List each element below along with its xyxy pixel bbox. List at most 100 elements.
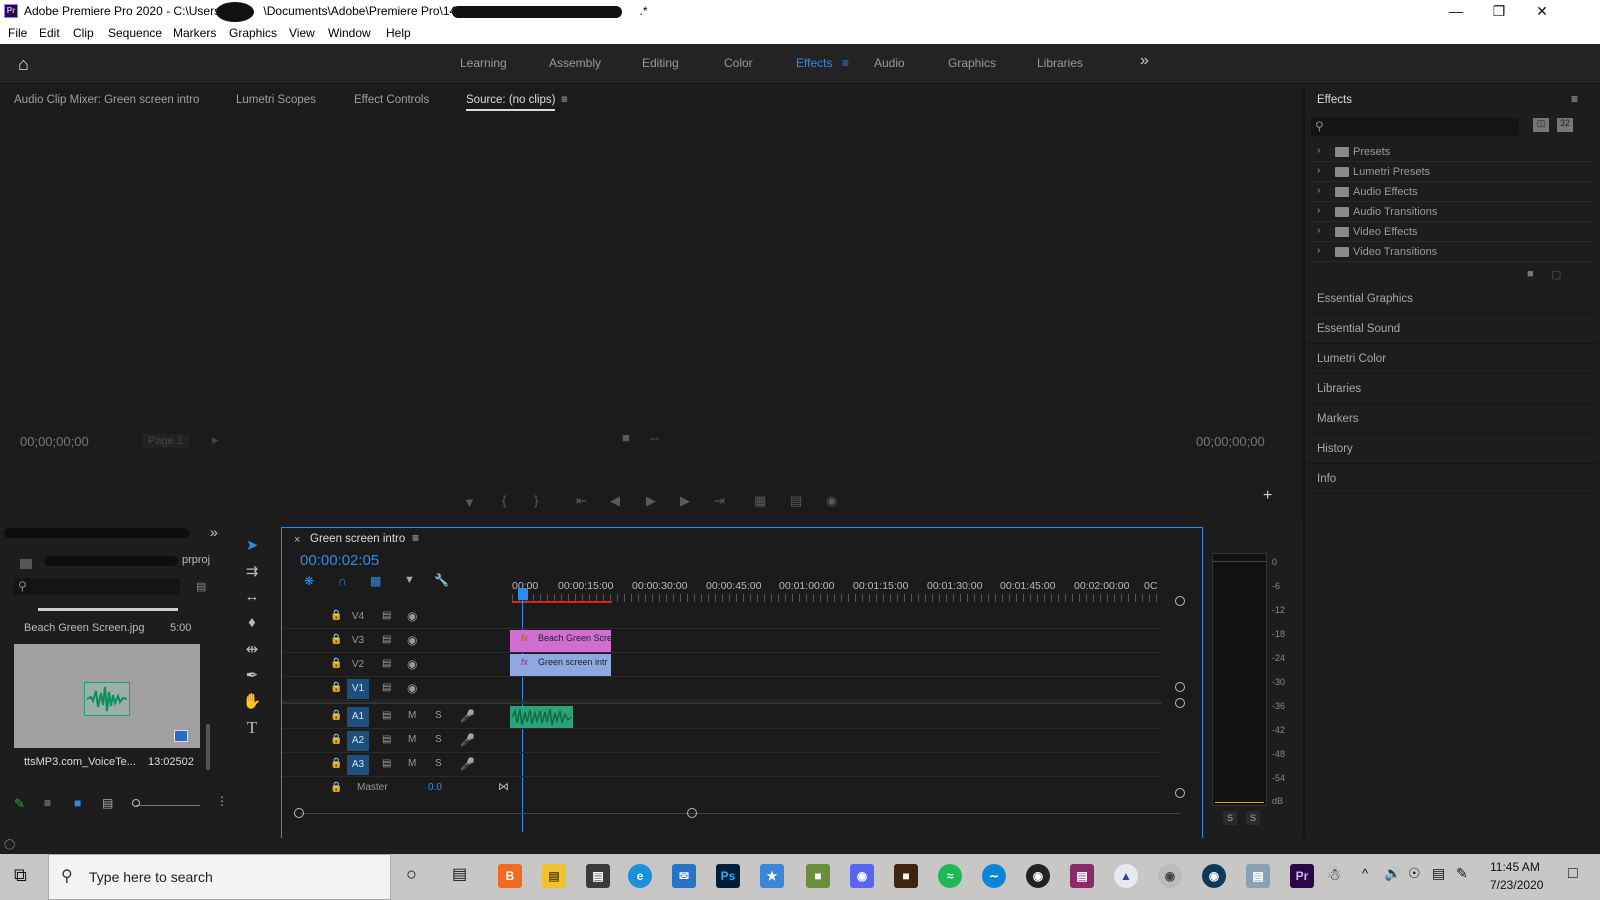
menu-clip[interactable]: Clip xyxy=(73,26,94,40)
mark-in-icon[interactable]: { xyxy=(502,493,506,508)
minimize-button[interactable]: — xyxy=(1433,0,1479,24)
sync-lock-icon[interactable]: ▤ xyxy=(382,658,391,669)
task-view-icon[interactable]: ▤ xyxy=(452,864,467,884)
lock-icon[interactable]: 🔒 xyxy=(330,710,342,721)
solo-button[interactable]: S xyxy=(435,758,442,769)
mute-button[interactable]: M xyxy=(408,734,416,745)
zoom-start-handle[interactable] xyxy=(294,808,304,818)
panel-markers[interactable]: Markers xyxy=(1307,404,1597,434)
pen-tool-icon[interactable]: ✒ xyxy=(242,666,262,686)
restore-button[interactable]: ❐ xyxy=(1476,0,1522,24)
microphone-icon[interactable]: 🎤 xyxy=(460,757,475,771)
spotify-icon[interactable]: ≈ xyxy=(938,864,962,888)
track-select-tool-icon[interactable]: ⇉ xyxy=(242,562,262,582)
sequence-menu-icon[interactable]: ≡ xyxy=(412,531,419,545)
32bit-effects-icon[interactable]: 32 xyxy=(1557,118,1573,132)
sync-lock-icon[interactable]: ▤ xyxy=(382,610,391,621)
slip-tool-icon[interactable]: ⇹ xyxy=(242,640,262,660)
add-marker-icon[interactable]: ▼ xyxy=(404,574,415,586)
playhead-timecode[interactable]: 00:00:02:05 xyxy=(300,552,379,569)
panel-history[interactable]: History xyxy=(1307,434,1597,464)
menu-file[interactable]: File xyxy=(8,26,27,40)
workspace-effects[interactable]: Effects xyxy=(796,56,832,70)
playhead-handle[interactable] xyxy=(518,588,528,600)
action-center-icon[interactable]: □ xyxy=(1568,865,1578,883)
clip-beach-green-screen[interactable]: fx Beach Green Scre xyxy=(510,630,612,652)
zoom-end-handle[interactable] xyxy=(687,808,697,818)
mute-button[interactable]: M xyxy=(408,710,416,721)
eye-icon[interactable]: ◉ xyxy=(407,657,417,671)
taskbar-clock-time[interactable]: 11:45 AM xyxy=(1490,860,1540,874)
clip1-name[interactable]: Beach Green Screen.jpg xyxy=(24,622,144,634)
menu-graphics[interactable]: Graphics xyxy=(229,26,277,40)
more-workspaces-button[interactable]: » xyxy=(1140,52,1149,70)
menu-sequence[interactable]: Sequence xyxy=(108,26,162,40)
add-button-icon[interactable]: + xyxy=(1263,487,1272,505)
workspace-graphics[interactable]: Graphics xyxy=(948,56,996,70)
menu-edit[interactable]: Edit xyxy=(39,26,60,40)
minecraft-icon[interactable]: ■ xyxy=(806,864,830,888)
step-back-icon[interactable]: ◀ xyxy=(610,493,620,509)
winrar-icon[interactable]: ▤ xyxy=(1070,864,1094,888)
meter-solo-right[interactable]: S xyxy=(1246,811,1260,825)
workspace-libraries[interactable]: Libraries xyxy=(1037,56,1083,70)
app-icon[interactable]: ★ xyxy=(760,864,784,888)
step-forward-icon[interactable]: ▶ xyxy=(680,493,690,509)
ripple-edit-tool-icon[interactable]: ↔ xyxy=(242,588,262,608)
new-bin-icon[interactable]: ■ xyxy=(1527,268,1534,280)
lock-icon[interactable]: 🔒 xyxy=(330,682,342,693)
freeform-view-icon[interactable]: ▤ xyxy=(102,796,113,810)
go-to-in-icon[interactable]: ⇤ xyxy=(576,493,587,509)
page-select[interactable]: Page 1 xyxy=(142,434,189,448)
hand-tool-icon[interactable]: ✋ xyxy=(242,692,262,712)
taskbar-clock-date[interactable]: 7/23/2020 xyxy=(1490,878,1543,892)
linked-selection-icon[interactable]: ▩ xyxy=(370,574,381,588)
store-icon[interactable]: ▤ xyxy=(586,864,610,888)
fit-icon[interactable]: ⇔ xyxy=(648,430,661,445)
video-audio-divider[interactable] xyxy=(282,702,1162,704)
mute-button[interactable]: M xyxy=(408,758,416,769)
app3-icon[interactable]: ▲ xyxy=(1114,864,1138,888)
insert-clip-icon[interactable]: ▦ xyxy=(754,493,766,509)
photoshop-icon[interactable]: Ps xyxy=(716,864,740,888)
source-menu-icon[interactable]: ≡ xyxy=(561,94,568,106)
project-scrollbar[interactable] xyxy=(206,724,210,770)
microphone-icon[interactable]: 🎤 xyxy=(460,733,475,747)
meter-solo-left[interactable]: S xyxy=(1223,811,1237,825)
app4-icon[interactable]: ◉ xyxy=(1158,864,1182,888)
effect-folder-audio-transitions[interactable]: › Audio Transitions xyxy=(1311,202,1594,222)
effects-menu-icon[interactable]: ≡ xyxy=(1571,92,1578,106)
clip-audio-voiceover[interactable] xyxy=(510,706,573,728)
insert-icon[interactable]: ■ xyxy=(622,430,630,445)
delete-icon[interactable]: ▢ xyxy=(1551,268,1561,281)
cortana-icon[interactable]: ○ xyxy=(406,864,417,885)
audio-scroll-bottom-handle[interactable] xyxy=(1175,788,1185,798)
project-search-input[interactable]: ⚲ xyxy=(14,578,180,595)
video-scroll-top-handle[interactable] xyxy=(1175,596,1185,606)
sync-lock-icon[interactable]: ▤ xyxy=(382,634,391,645)
selection-tool-icon[interactable]: ➤ xyxy=(242,536,262,556)
source-timecode-left[interactable]: 00;00;00;00 xyxy=(20,434,89,449)
audio-clip-thumbnail[interactable] xyxy=(14,644,200,748)
track-label-v3[interactable]: V3 xyxy=(347,631,369,651)
effect-folder-presets[interactable]: › Presets xyxy=(1311,142,1594,162)
taskbar-search-box[interactable]: ⚲ Type here to search xyxy=(48,854,391,900)
more-panels-icon[interactable]: » xyxy=(210,524,218,540)
effect-folder-audio-effects[interactable]: › Audio Effects xyxy=(1311,182,1594,202)
track-label-v4[interactable]: V4 xyxy=(347,607,369,627)
add-marker-icon[interactable]: ▼ xyxy=(463,495,476,510)
track-label-v1[interactable]: V1 xyxy=(347,679,369,699)
work-area-bar[interactable] xyxy=(512,601,612,603)
solo-button[interactable]: S xyxy=(435,734,442,745)
pen-workspace-icon[interactable]: ✎ xyxy=(1456,865,1468,882)
menu-help[interactable]: Help xyxy=(386,26,411,40)
network-icon[interactable]: ☉ xyxy=(1408,865,1421,882)
mark-out-icon[interactable]: } xyxy=(534,493,538,508)
premiere-taskbar-icon[interactable]: Pr xyxy=(1290,864,1314,888)
tab-audio-clip-mixer[interactable]: Audio Clip Mixer: Green screen intro xyxy=(14,94,199,106)
thumbnail-scrubber[interactable] xyxy=(38,608,178,611)
tab-source[interactable]: Source: (no clips) xyxy=(466,94,556,111)
workspace-menu-icon[interactable]: ≡ xyxy=(842,56,849,70)
audio-scroll-top-handle[interactable] xyxy=(1175,698,1185,708)
obs-icon[interactable]: ◉ xyxy=(1026,864,1050,888)
